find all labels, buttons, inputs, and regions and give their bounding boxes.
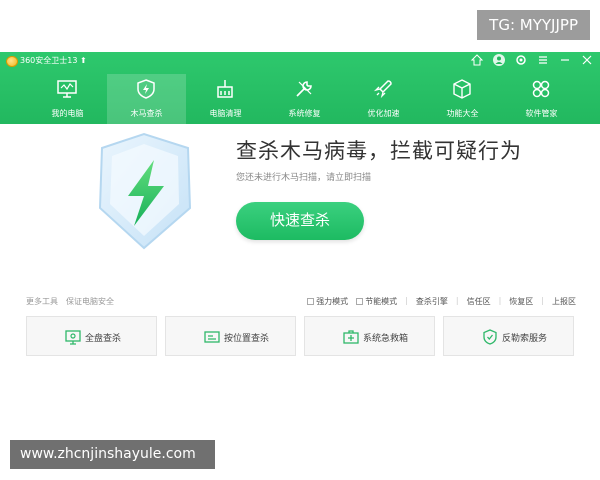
user-icon[interactable] (492, 53, 506, 67)
title-bar: 360安全卫士13 ⬆ (0, 52, 600, 70)
tab-cleanup[interactable]: 电脑清理 (186, 74, 265, 124)
first-aid-button[interactable]: 系统急救箱 (304, 316, 435, 356)
anti-ransom-icon (483, 329, 497, 345)
mode-label: 按位置查杀 (224, 334, 270, 344)
checkbox-icon (356, 298, 364, 305)
scan-modes: 全盘查杀 按位置查杀 系统急救箱 反勒索服务 (26, 316, 576, 356)
broom-icon (217, 80, 233, 98)
app-window: 360安全卫士13 ⬆ 我的电脑 木马查杀 电脑清理 系统修复 优化加速 功能大… (0, 52, 600, 480)
full-scan-button[interactable]: 全盘查杀 (26, 316, 157, 356)
tab-label: 电脑清理 (209, 109, 242, 118)
divider: | (405, 296, 408, 305)
shield-bolt-illustration-icon (98, 132, 192, 250)
location-scan-icon (204, 331, 220, 343)
menu-icon[interactable] (536, 53, 550, 67)
tab-label: 优化加速 (367, 109, 400, 118)
power-save-checkbox[interactable]: 节能模式 (356, 296, 397, 307)
tab-system-repair[interactable]: 系统修复 (265, 74, 344, 124)
app-title: 360安全卫士13 ⬆ (20, 56, 87, 65)
first-aid-icon (343, 330, 359, 344)
minimize-icon[interactable] (558, 53, 572, 67)
power-save-label: 节能模式 (365, 297, 398, 306)
anti-ransom-button[interactable]: 反勒索服务 (443, 316, 574, 356)
tab-label: 木马查杀 (130, 109, 163, 118)
tools-bar: 更多工具 保证电脑安全 强力模式 节能模式 | 查杀引擎 | 信任区 | 恢复区 … (26, 296, 576, 310)
monitor-icon (57, 80, 77, 98)
full-scan-icon (65, 330, 81, 345)
app-logo-icon (6, 56, 18, 67)
hero-title: 查杀木马病毒，拦截可疑行为 (236, 139, 522, 163)
restore-zone-link[interactable]: 恢复区 (509, 296, 533, 307)
tools-left: 更多工具 保证电脑安全 (26, 296, 114, 307)
header-bar: 360安全卫士13 ⬆ 我的电脑 木马查杀 电脑清理 系统修复 优化加速 功能大… (0, 52, 600, 124)
tab-label: 系统修复 (288, 109, 321, 118)
tab-label: 功能大全 (446, 109, 479, 118)
shield-bolt-icon (137, 79, 155, 99)
location-scan-button[interactable]: 按位置查杀 (165, 316, 296, 356)
checkbox-icon (307, 298, 315, 305)
divider: | (498, 296, 502, 305)
apps-icon (532, 80, 550, 98)
mode-label: 全盘查杀 (85, 334, 122, 344)
top-margin: TG: MYYJJPP (0, 0, 600, 50)
close-icon[interactable] (580, 53, 594, 67)
cube-icon (453, 79, 471, 99)
trust-zone-link[interactable]: 信任区 (467, 296, 491, 307)
wrench-icon (296, 81, 312, 97)
tab-label: 我的电脑 (51, 109, 84, 118)
divider: | (455, 296, 459, 305)
scan-engine-link[interactable]: 查杀引擎 (416, 296, 448, 307)
more-tools-link[interactable]: 更多工具 (26, 297, 58, 306)
skin-icon[interactable] (470, 53, 484, 67)
tab-trojan-scan[interactable]: 木马查杀 (107, 74, 186, 124)
tg-watermark-badge: TG: MYYJJPP (477, 10, 590, 40)
mode-label: 反勒索服务 (502, 334, 548, 344)
divider: | (541, 296, 544, 305)
tab-software-manager[interactable]: 软件管家 (502, 74, 581, 124)
mode-label: 系统急救箱 (363, 334, 409, 344)
settings-icon[interactable] (514, 53, 528, 67)
tab-optimize[interactable]: 优化加速 (344, 74, 423, 124)
strong-mode-label: 强力模式 (316, 297, 349, 306)
rocket-icon (373, 80, 392, 99)
hero-subtitle: 您还未进行木马扫描，请立即扫描 (236, 173, 372, 183)
tools-right: 强力模式 节能模式 | 查杀引擎 | 信任区 | 恢复区 | 上报区 (307, 296, 576, 307)
site-watermark-badge: www.zhcnjinshayule.com (10, 440, 215, 469)
main-nav: 我的电脑 木马查杀 电脑清理 系统修复 优化加速 功能大全 软件管家 (28, 74, 588, 124)
tab-my-computer[interactable]: 我的电脑 (28, 74, 107, 124)
tab-label: 软件管家 (525, 109, 558, 118)
tab-features[interactable]: 功能大全 (423, 74, 502, 124)
report-zone-link[interactable]: 上报区 (552, 296, 576, 307)
window-controls (470, 53, 594, 67)
quick-scan-button[interactable]: 快速查杀 (236, 202, 364, 240)
strong-mode-checkbox[interactable]: 强力模式 (307, 296, 348, 307)
secure-pc-text: 保证电脑安全 (66, 297, 114, 306)
